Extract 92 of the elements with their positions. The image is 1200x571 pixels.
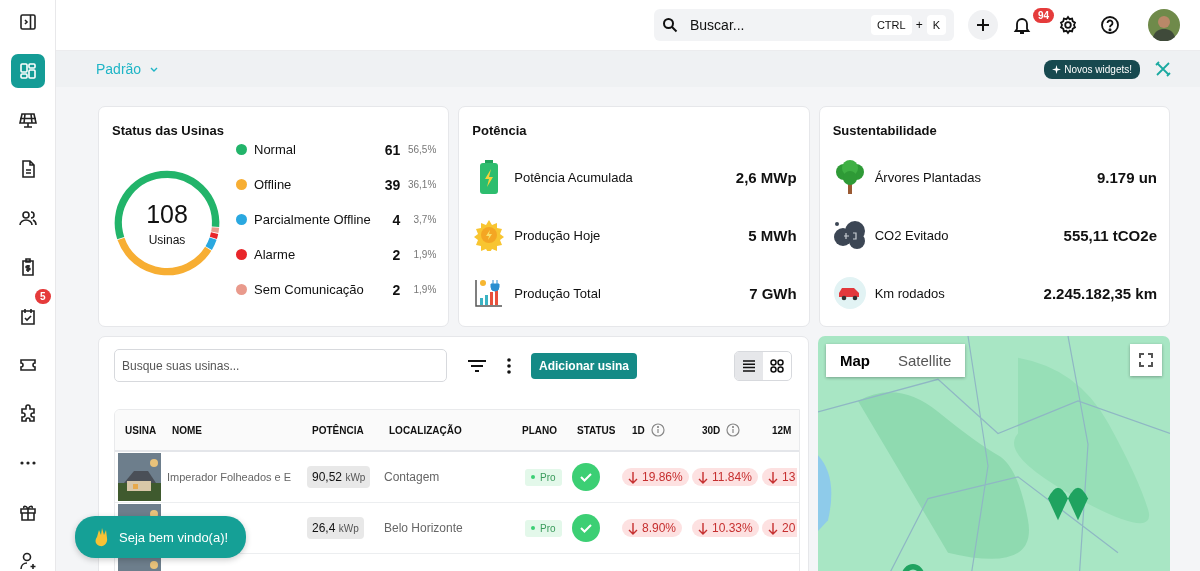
- notification-badge: 5: [34, 289, 51, 304]
- column-header: POTÊNCIA: [312, 424, 364, 436]
- new-widgets-button[interactable]: Novos widgets!: [1044, 59, 1140, 79]
- status-percent: 1,9%: [412, 249, 437, 260]
- card-title: Sustentabilidade: [832, 123, 938, 138]
- status-label: Alarme: [254, 247, 297, 262]
- change-value: 13: [782, 470, 796, 484]
- users-icon: [17, 208, 38, 228]
- metric-value: 2.245.182,35 km: [1043, 284, 1157, 302]
- panel-toggle-icon: [18, 13, 37, 31]
- status-label: Parcialmente Offline: [254, 212, 372, 227]
- metric-label: Árvores Plantadas: [874, 169, 982, 185]
- add-icon[interactable]: [968, 10, 998, 40]
- filter-icon[interactable]: [467, 358, 487, 373]
- status-count: 61: [384, 141, 401, 158]
- column-header: NOME: [172, 424, 202, 436]
- status-label: Normal: [254, 142, 297, 157]
- search-input[interactable]: Buscar...: [688, 16, 861, 34]
- plus-sign: +: [915, 18, 923, 32]
- status-percent: 36,1%: [406, 179, 437, 190]
- change-value: 11.84%: [712, 470, 752, 484]
- dashboard-icon: [17, 61, 38, 81]
- total-count: 108: [146, 199, 188, 229]
- column-header: 1D: [632, 424, 645, 436]
- car-icon: [832, 277, 867, 309]
- change-value: 8.90%: [642, 521, 677, 535]
- column-header: LOCALIZAÇÃO: [389, 424, 462, 436]
- metric-value: 555,11 tCO2e: [1063, 226, 1157, 244]
- solar-panel-icon: [17, 110, 38, 130]
- check-status-icon: [572, 463, 600, 491]
- status-percent: 1,9%: [412, 284, 437, 295]
- plan-tag: Pro: [525, 468, 562, 486]
- keyboard-key: CTRL: [870, 15, 912, 35]
- search-field[interactable]: Busque suas usinas...: [114, 349, 447, 382]
- notification-badge: 94: [1033, 8, 1055, 23]
- change-value: 20: [782, 521, 796, 535]
- metric-label: Produção Hoje: [514, 227, 602, 243]
- metric-value: 7 GWh: [749, 284, 797, 302]
- metric-label: Produção Total: [514, 285, 602, 301]
- change-value: 19.86%: [642, 470, 683, 484]
- metric-value: 9.179 un: [1096, 168, 1157, 186]
- add-plant-button[interactable]: Adicionar usina: [531, 352, 638, 379]
- keyboard-key: K: [926, 15, 946, 35]
- metric-value: 5 MWh: [748, 226, 797, 244]
- plant-name[interactable]: Imperador Folheados e E: [167, 471, 292, 483]
- metric-label: Potência Acumulada: [514, 169, 634, 185]
- total-label: Usinas: [148, 232, 186, 247]
- status-count: 2: [392, 281, 401, 298]
- tools-icon[interactable]: [1154, 60, 1172, 78]
- location-text: Belo Horizonte: [384, 521, 463, 535]
- down-arrow-icon: [698, 470, 708, 484]
- power-chip: 26,4 kWp: [307, 517, 364, 539]
- column-header: 12M: [772, 424, 792, 436]
- notifications-icon[interactable]: [1012, 15, 1032, 35]
- more-icon: [18, 461, 37, 465]
- search-field[interactable]: Buscar... CTRL + K: [654, 9, 954, 41]
- down-arrow-icon: [628, 470, 638, 484]
- check-status-icon: [572, 514, 600, 542]
- metric-label: Km rodados: [874, 285, 946, 301]
- add-user-icon: [17, 551, 38, 571]
- status-label: Sem Comunicação: [254, 282, 365, 297]
- metric-value: 2,6 MWp: [735, 168, 797, 186]
- location-text: Contagem: [384, 470, 440, 484]
- metric-label: CO2 Evitado: [874, 227, 950, 243]
- column-header: STATUS: [577, 424, 616, 436]
- fullscreen-icon[interactable]: [1130, 344, 1162, 376]
- more-options-icon[interactable]: [507, 357, 511, 374]
- column-header: USINA: [125, 424, 157, 436]
- card-title: Status das Usinas: [112, 123, 225, 138]
- search-icon: [662, 17, 678, 33]
- sparkle-icon: [1052, 64, 1062, 74]
- status-count: 39: [384, 176, 401, 193]
- down-arrow-icon: [698, 521, 708, 535]
- down-arrow-icon: [768, 521, 778, 535]
- change-value: 10.33%: [712, 521, 753, 535]
- avatar-icon[interactable]: [1148, 9, 1180, 41]
- column-header: 30D: [702, 424, 721, 436]
- map-type-tab[interactable]: Satellite: [884, 344, 966, 377]
- status-count: 4: [392, 211, 401, 228]
- down-arrow-icon: [628, 521, 638, 535]
- plan-tag: Pro: [525, 519, 562, 537]
- status-label: Offline: [254, 177, 293, 192]
- column-header: PLANO: [522, 424, 557, 436]
- down-arrow-icon: [768, 470, 778, 484]
- map-type-tab[interactable]: Map: [826, 344, 884, 377]
- status-count: 2: [392, 246, 401, 263]
- status-percent: 56,5%: [406, 144, 437, 155]
- card-title: Potência: [472, 123, 528, 138]
- status-percent: 3,7%: [412, 214, 437, 225]
- list-view-icon[interactable]: [735, 351, 763, 380]
- cloud-icon: [832, 219, 867, 251]
- power-chip: 90,52 kWp: [307, 466, 371, 488]
